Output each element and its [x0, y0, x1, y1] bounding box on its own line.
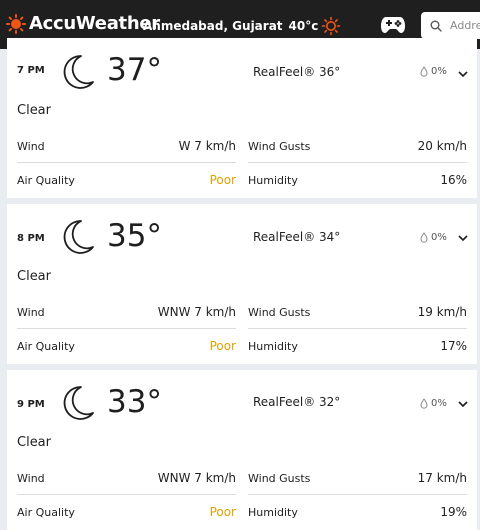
- wind-gusts-label: Wind Gusts: [248, 471, 311, 485]
- sun-icon: [6, 14, 26, 34]
- air-quality-row: Air Quality Poor: [17, 170, 236, 190]
- temperature: 35°: [107, 218, 162, 254]
- realfeel: RealFeel® 34°: [253, 230, 341, 244]
- hour-label: 7 PM: [17, 65, 45, 76]
- realfeel: RealFeel® 36°: [253, 65, 341, 79]
- hour-label: 9 PM: [17, 399, 45, 410]
- wind-gusts-value: 17 km/h: [417, 471, 467, 485]
- moon-icon: [63, 220, 94, 254]
- chevron-down-icon[interactable]: [458, 400, 468, 408]
- hourly-forecast-card[interactable]: 9 PM 33° RealFeel® 32° 0% Clear Wind WNW…: [7, 370, 477, 530]
- hourly-forecast-card[interactable]: 7 PM 37° RealFeel® 36° 0% Clear Wind W 7…: [7, 38, 477, 198]
- wind-label: Wind: [17, 471, 45, 485]
- wind-value: W 7 km/h: [178, 139, 236, 153]
- air-quality-row: Air Quality Poor: [17, 336, 236, 356]
- humidity-label: Humidity: [248, 505, 298, 519]
- wind-gusts-label: Wind Gusts: [248, 139, 311, 153]
- search-icon: [430, 20, 442, 32]
- air-quality-row: Air Quality Poor: [17, 502, 236, 522]
- raindrop-icon: [420, 66, 428, 77]
- divider: [17, 162, 236, 163]
- wind-value: WNW 7 km/h: [157, 305, 236, 319]
- accuweather-logo[interactable]: AccuWeather: [6, 13, 160, 35]
- wind-label: Wind: [17, 305, 45, 319]
- realfeel: RealFeel® 32°: [253, 395, 341, 409]
- humidity-label: Humidity: [248, 339, 298, 353]
- search-box[interactable]: [421, 12, 480, 39]
- chevron-down-icon[interactable]: [458, 70, 468, 78]
- divider: [248, 328, 467, 329]
- weather-phrase: Clear: [17, 103, 51, 118]
- humidity-row: Humidity 17%: [248, 336, 467, 356]
- divider: [17, 494, 236, 495]
- divider: [248, 494, 467, 495]
- precipitation: 0%: [420, 66, 447, 77]
- humidity-row: Humidity 19%: [248, 502, 467, 522]
- wind-gusts-row: Wind Gusts 19 km/h: [248, 302, 467, 322]
- current-location[interactable]: Ahmedabad, Gujarat 40°c: [143, 16, 341, 36]
- humidity-label: Humidity: [248, 173, 298, 187]
- sunny-icon: [322, 16, 341, 36]
- precipitation: 0%: [420, 232, 447, 243]
- gamepad-icon[interactable]: [380, 13, 406, 35]
- search-input[interactable]: [450, 19, 480, 32]
- air-quality-value[interactable]: Poor: [210, 173, 236, 187]
- precipitation: 0%: [420, 398, 447, 409]
- air-quality-label: Air Quality: [17, 505, 75, 519]
- moon-icon: [63, 386, 94, 420]
- humidity-value: 17%: [440, 339, 467, 353]
- divider: [248, 162, 467, 163]
- location-name: Ahmedabad, Gujarat: [143, 19, 283, 33]
- divider: [17, 328, 236, 329]
- air-quality-value[interactable]: Poor: [210, 505, 236, 519]
- current-temperature: 40°c: [288, 19, 319, 33]
- temperature: 33°: [107, 384, 162, 420]
- weather-phrase: Clear: [17, 435, 51, 450]
- wind-value: WNW 7 km/h: [157, 471, 236, 485]
- wind-gusts-value: 19 km/h: [417, 305, 467, 319]
- humidity-value: 19%: [440, 505, 467, 519]
- weather-phrase: Clear: [17, 269, 51, 284]
- humidity-row: Humidity 16%: [248, 170, 467, 190]
- wind-gusts-value: 20 km/h: [417, 139, 467, 153]
- air-quality-label: Air Quality: [17, 173, 75, 187]
- precipitation-value: 0%: [431, 232, 447, 243]
- wind-gusts-label: Wind Gusts: [248, 305, 311, 319]
- hourly-forecast-card[interactable]: 8 PM 35° RealFeel® 34° 0% Clear Wind WNW…: [7, 204, 477, 364]
- wind-row: Wind WNW 7 km/h: [17, 468, 236, 488]
- moon-icon: [63, 55, 94, 89]
- wind-row: Wind WNW 7 km/h: [17, 302, 236, 322]
- air-quality-value[interactable]: Poor: [210, 339, 236, 353]
- wind-gusts-row: Wind Gusts 20 km/h: [248, 136, 467, 156]
- hour-label: 8 PM: [17, 233, 45, 244]
- chevron-down-icon[interactable]: [458, 234, 468, 242]
- brand-name: AccuWeather: [29, 13, 160, 34]
- raindrop-icon: [420, 232, 428, 243]
- precipitation-value: 0%: [431, 398, 447, 409]
- air-quality-label: Air Quality: [17, 339, 75, 353]
- precipitation-value: 0%: [431, 66, 447, 77]
- temperature: 37°: [107, 52, 162, 88]
- wind-gusts-row: Wind Gusts 17 km/h: [248, 468, 467, 488]
- humidity-value: 16%: [440, 173, 467, 187]
- wind-label: Wind: [17, 139, 45, 153]
- wind-row: Wind W 7 km/h: [17, 136, 236, 156]
- raindrop-icon: [420, 398, 428, 409]
